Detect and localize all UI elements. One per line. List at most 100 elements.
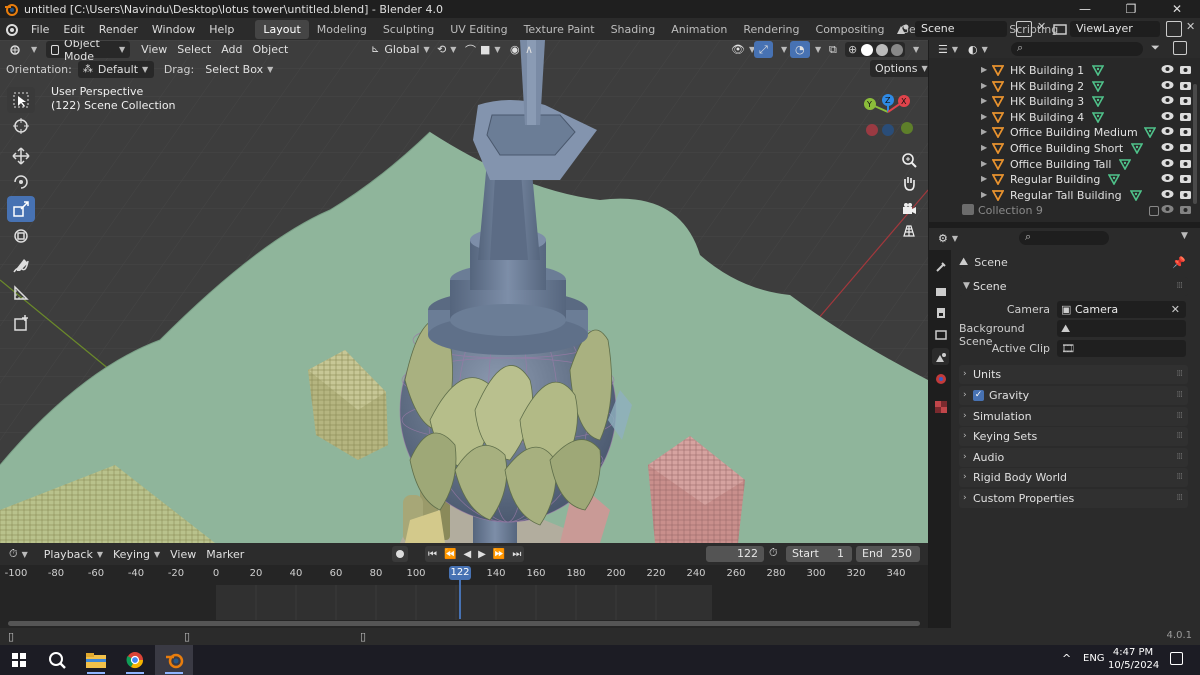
scene-panel-header[interactable]: ▼ Scene ⁞⁞⁞ (959, 277, 1188, 296)
view-layer-field[interactable]: ViewLayer (1070, 21, 1160, 37)
scene-tab-icon[interactable] (932, 348, 949, 365)
menu-playback[interactable]: Playback ▼ (39, 546, 108, 563)
mesh-data-icon[interactable] (1107, 173, 1121, 188)
visibility-eye-icon[interactable] (1161, 64, 1174, 77)
tool-tab-icon[interactable] (932, 258, 949, 275)
outliner-item[interactable]: ▶ Office Building Medium (929, 125, 1200, 140)
tab-compositing[interactable]: Compositing (808, 20, 893, 39)
properties-search-input[interactable]: ⌕ (1019, 230, 1109, 245)
falloff-icon[interactable]: ∧ (520, 41, 538, 58)
orientation-dropdown[interactable]: ⁂ Default ▼ (77, 60, 154, 78)
render-camera-icon[interactable] (1179, 142, 1192, 156)
outliner-collection-row[interactable]: Collection 9 (929, 203, 1200, 218)
pan-hand-icon[interactable] (898, 172, 920, 194)
outliner-scrollbar[interactable] (1193, 60, 1197, 220)
timeline-scrollbar[interactable] (8, 621, 920, 626)
simulation-panel-header[interactable]: › Simulation ⁞⁞⁞ (959, 407, 1188, 426)
transform-orientation-dropdown[interactable]: ⊾ Global ▼ (366, 41, 435, 58)
shading-dropdown-icon[interactable]: ▼ (904, 41, 924, 58)
new-view-layer-icon[interactable] (1166, 21, 1182, 37)
outliner-item[interactable]: ▶ Office Building Short (929, 141, 1200, 156)
maximize-button[interactable]: ❐ (1108, 0, 1154, 18)
render-camera-icon[interactable] (1179, 173, 1192, 187)
solid-shading-icon[interactable] (861, 43, 874, 56)
menu-timeline-view[interactable]: View (165, 546, 201, 563)
visibility-eye-icon[interactable] (1161, 142, 1174, 155)
visibility-eye-icon[interactable] (1161, 126, 1174, 139)
object-mode-dropdown[interactable]: Object Mode ▼ (46, 40, 131, 63)
measure-tool-icon[interactable] (7, 280, 35, 306)
clear-camera-icon[interactable]: ✕ (1171, 301, 1180, 318)
render-camera-icon[interactable] (1179, 111, 1192, 125)
gravity-checkbox[interactable]: ✓ (973, 390, 984, 401)
camera-view-icon[interactable] (898, 198, 920, 220)
menu-marker[interactable]: Marker (201, 546, 249, 563)
editor-type-icon[interactable]: ▼ (4, 41, 42, 58)
render-camera-icon[interactable] (1179, 80, 1192, 94)
current-frame-field[interactable]: 122 (706, 546, 764, 562)
tray-overflow-icon[interactable]: ^ (1062, 652, 1071, 665)
render-camera-icon[interactable] (1179, 204, 1192, 218)
render-camera-icon[interactable] (1179, 158, 1192, 172)
record-keyframe-icon[interactable] (392, 546, 408, 562)
mesh-data-icon[interactable] (1129, 189, 1143, 204)
timeline-editor-type-icon[interactable]: ⏱ ▼ (4, 546, 33, 563)
pivot-point-icon[interactable]: ⟲ ▼ (432, 41, 461, 58)
visibility-eye-icon[interactable] (1161, 80, 1174, 93)
menu-add[interactable]: Add (216, 41, 247, 58)
exclude-checkbox[interactable] (1149, 206, 1159, 216)
expand-arrow-icon[interactable]: ▶ (981, 127, 987, 136)
rotate-tool-icon[interactable] (7, 169, 35, 195)
frame-range-area[interactable] (216, 585, 712, 620)
view-layer-tab-icon[interactable] (932, 326, 949, 343)
expand-arrow-icon[interactable]: ▶ (981, 96, 987, 105)
mesh-data-icon[interactable] (1130, 142, 1144, 157)
camera-field[interactable]: ▣ Camera ✕ (1057, 301, 1186, 318)
visibility-eye-icon[interactable] (1161, 111, 1174, 124)
menu-edit[interactable]: Edit (56, 23, 91, 36)
gravity-panel-header[interactable]: › ✓ Gravity ⁞⁞⁞ (959, 386, 1188, 405)
expand-arrow-icon[interactable]: ▶ (981, 190, 987, 199)
expand-arrow-icon[interactable]: ▶ (981, 81, 987, 90)
search-taskbar-icon[interactable] (38, 645, 76, 675)
outliner-search-input[interactable]: ⌕ (1011, 41, 1143, 56)
visibility-eye-icon[interactable] (1161, 173, 1174, 186)
close-window-button[interactable]: ✕ (1154, 0, 1200, 18)
tab-animation[interactable]: Animation (663, 20, 735, 39)
outliner[interactable]: ☰ ▼ ◐ ▼ ⌕ ⏷ ▶ HK Building 1 ▶ HK Building 2 ▶ H… (929, 40, 1200, 222)
tab-shading[interactable]: Shading (603, 20, 664, 39)
notifications-icon[interactable] (1170, 652, 1183, 665)
transform-tool-icon[interactable] (7, 223, 35, 249)
render-camera-icon[interactable] (1179, 189, 1192, 203)
drag-dropdown[interactable]: Select Box ▼ (200, 61, 278, 78)
active-clip-field[interactable]: 🎞 (1057, 340, 1186, 357)
add-cube-tool-icon[interactable] (7, 310, 35, 336)
preview-range-icon[interactable]: ⏱ (769, 546, 778, 560)
expand-arrow-icon[interactable]: ▶ (981, 143, 987, 152)
jump-keyframe-back-icon[interactable]: ⏪ (444, 549, 456, 560)
navigation-gizmo[interactable]: Y Z X (858, 92, 918, 142)
mesh-data-icon[interactable] (1091, 64, 1105, 79)
delete-view-layer-icon[interactable]: ✕ (1186, 20, 1195, 33)
chrome-icon[interactable] (116, 645, 154, 675)
playhead-frame-label[interactable]: 122 (449, 566, 471, 580)
menu-view[interactable]: View (136, 41, 172, 58)
perspective-toggle-icon[interactable] (898, 220, 920, 242)
snap-target-icon[interactable]: ■ ▼ (475, 41, 506, 58)
rigid-body-world-panel-header[interactable]: › Rigid Body World ⁞⁞⁞ (959, 468, 1188, 487)
mesh-data-icon[interactable] (1091, 80, 1105, 95)
background-scene-field[interactable]: ⛰ (1057, 320, 1186, 337)
tab-sculpting[interactable]: Sculpting (375, 20, 442, 39)
outliner-editor-type-icon[interactable]: ☰ ▼ (933, 41, 963, 58)
rendered-shading-icon[interactable] (891, 43, 904, 56)
tab-uv-editing[interactable]: UV Editing (442, 20, 515, 39)
pin-icon[interactable]: 📌 (1172, 256, 1186, 269)
cursor-tool-icon[interactable] (7, 113, 35, 139)
options-dropdown[interactable]: Options ▼ (870, 60, 928, 77)
jump-start-icon[interactable]: ⏮ (428, 549, 437, 560)
output-tab-icon[interactable] (932, 304, 949, 321)
tab-layout[interactable]: Layout (255, 19, 309, 39)
properties-options-icon[interactable]: ▼ (1181, 231, 1188, 241)
language-indicator[interactable]: ENG (1083, 653, 1105, 664)
delete-scene-icon[interactable]: ✕ (1037, 20, 1046, 33)
